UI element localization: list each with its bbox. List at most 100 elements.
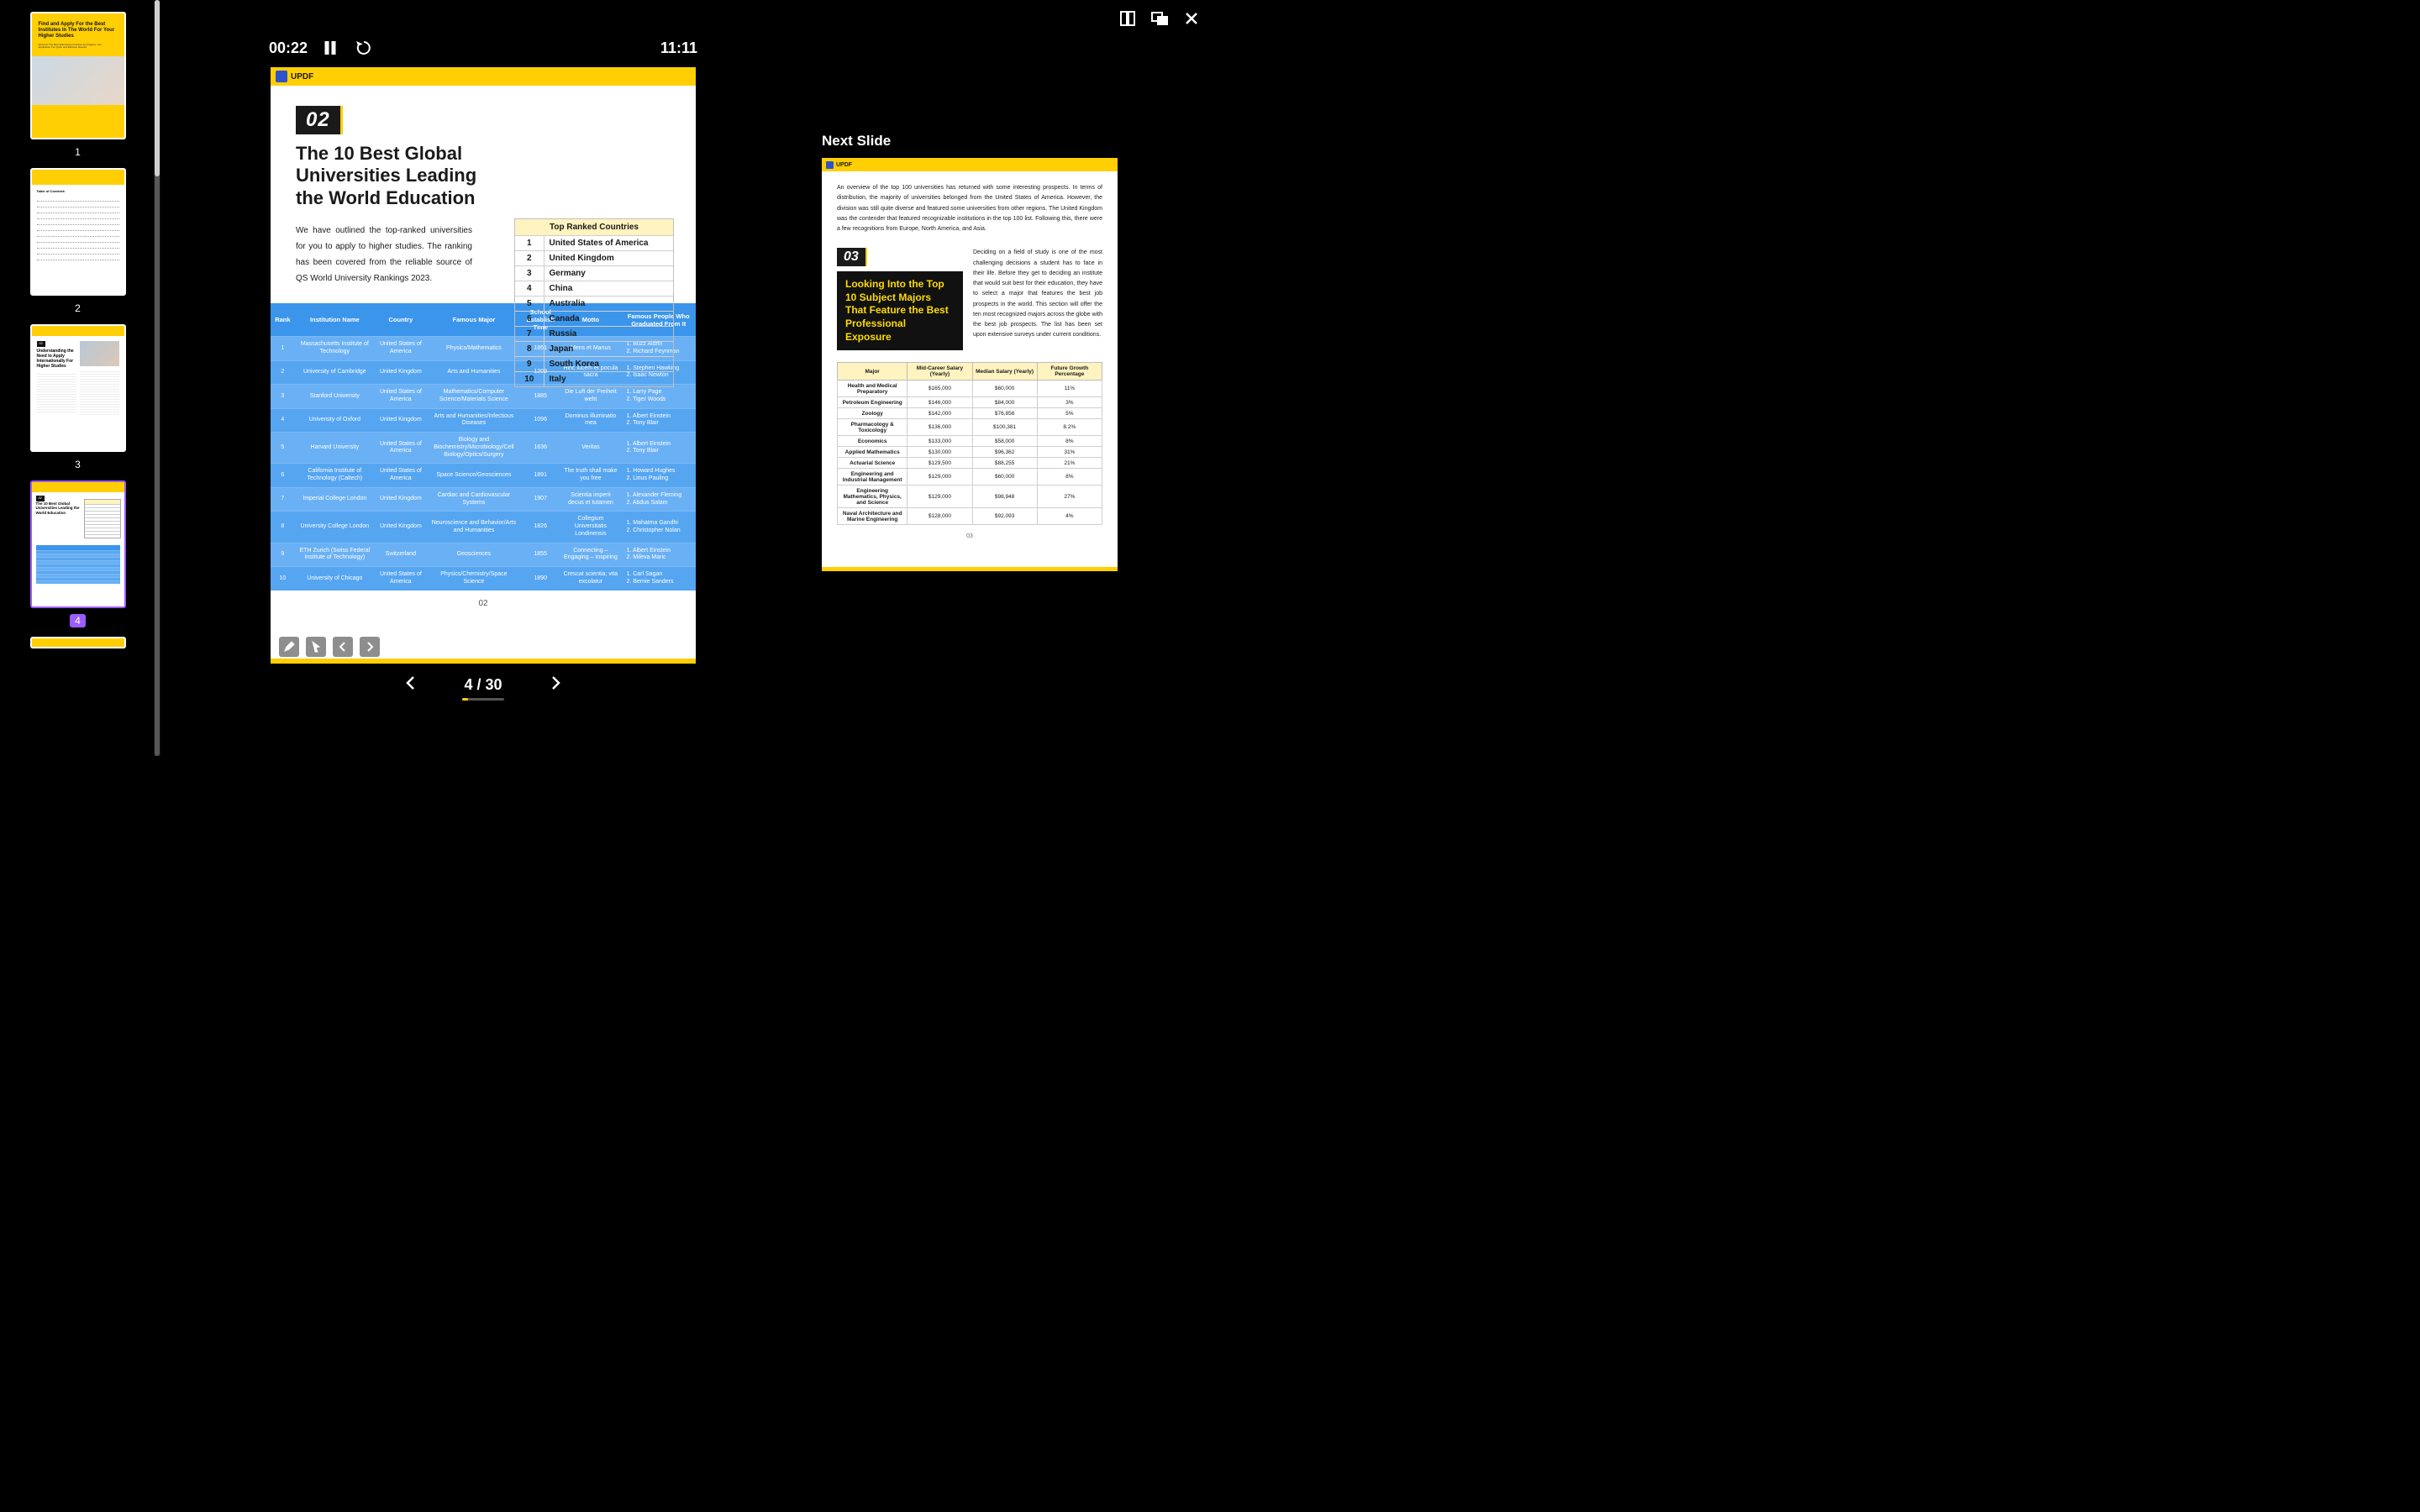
page-progress-bar[interactable]	[462, 698, 504, 701]
major-cell: 4%	[1037, 508, 1102, 525]
uni-cell: United States of America	[375, 433, 427, 464]
uni-cell: Dominus illuminatio mea	[560, 408, 621, 433]
playback-bar: 00:22 11:11	[269, 37, 697, 59]
thumbnail-4[interactable]: 02 The 10 Best Global Universities Leadi…	[0, 480, 155, 628]
major-row: Health and Medical Preparatory$165,000$6…	[838, 381, 1102, 397]
uni-cell: Crescat scientia; vita excolatur	[560, 567, 621, 591]
uni-cell: Biology and Biochemistry/Microbiology/Ce…	[427, 433, 521, 464]
close-icon[interactable]	[1183, 10, 1200, 27]
major-cell: Naval Architecture and Marine Engineerin…	[838, 508, 908, 525]
thumbnail-scrollbar[interactable]	[154, 0, 160, 756]
major-cell: $60,000	[972, 469, 1037, 486]
next-slide-preview: UPDF An overview of the top 100 universi…	[822, 158, 1118, 571]
thumbnail-rail[interactable]: Find and Apply For the Best Institutes I…	[0, 0, 155, 756]
country-row: 9South Korea	[515, 357, 673, 372]
uni-cell: 1. Carl Sagan2. Bernie Sanders	[621, 567, 696, 591]
country-rank: 9	[515, 357, 544, 372]
major-cell: 8.2%	[1037, 419, 1102, 436]
major-col-header: Median Salary (Yearly)	[972, 363, 1037, 381]
uni-cell: 1891	[521, 464, 560, 488]
pointer-tool-button[interactable]	[306, 637, 326, 657]
thumbnail-5-frame[interactable]	[30, 637, 126, 648]
picture-in-picture-icon[interactable]	[1151, 10, 1168, 27]
thumbnail-2-frame[interactable]: Table of Contents	[30, 168, 126, 296]
next-right-text: Deciding on a field of study is one of t…	[973, 248, 1102, 340]
major-cell: $133,000	[908, 436, 972, 447]
country-row: 1United States of America	[515, 236, 673, 251]
country-row: 4China	[515, 281, 673, 297]
uni-cell: Physics/Chemistry/Space Science	[427, 567, 521, 591]
uni-cell: 7	[271, 487, 295, 512]
slide-page-number: 02	[296, 591, 671, 612]
major-cell: $100,381	[972, 419, 1037, 436]
uni-cell: 1. Mahatma Gandhi2. Christopher Nolan	[621, 512, 696, 543]
next-page-number: 03	[837, 533, 1102, 539]
uni-cell: Geosciences	[427, 543, 521, 567]
uni-cell: University College London	[295, 512, 375, 543]
uni-row: 10University of ChicagoUnited States of …	[271, 567, 696, 591]
uni-cell: United States of America	[375, 337, 427, 361]
uni-cell: 1	[271, 337, 295, 361]
pause-button[interactable]	[319, 37, 341, 59]
uni-cell: ETH Zurich (Swiss Federal Institute of T…	[295, 543, 375, 567]
major-cell: 8%	[1037, 469, 1102, 486]
uni-cell: Physics/Mathematics	[427, 337, 521, 361]
thumbnail-3[interactable]: 01 Understanding the Need to Apply Inter…	[0, 324, 155, 472]
major-row: Naval Architecture and Marine Engineerin…	[838, 508, 1102, 525]
pen-tool-button[interactable]	[279, 637, 299, 657]
countries-header: Top Ranked Countries	[515, 219, 673, 235]
thumb3-num: 3	[75, 459, 81, 470]
country-row: 8Japan	[515, 342, 673, 357]
uni-row: 8University College LondonUnited Kingdom…	[271, 512, 696, 543]
main-slide: UPDF 02 The 10 Best Global Universities …	[271, 67, 696, 664]
total-time: 11:11	[660, 39, 697, 57]
uni-cell: The truth shall make you free	[560, 464, 621, 488]
next-brand-label: UPDF	[836, 162, 852, 168]
layout-icon[interactable]	[1119, 10, 1136, 27]
country-name: South Korea	[544, 357, 673, 372]
uni-col-header: Country	[375, 303, 427, 337]
country-rank: 8	[515, 342, 544, 357]
country-name: Japan	[544, 342, 673, 357]
thumbnail-5[interactable]	[0, 637, 155, 648]
next-slide-panel: Next Slide UPDF An overview of the top 1…	[822, 133, 1121, 571]
uni-cell: 1. Larry Page2. Tiger Woods	[621, 385, 696, 409]
next-slide-button[interactable]	[360, 637, 380, 657]
major-cell: 5%	[1037, 408, 1102, 419]
slide-controls	[279, 637, 380, 657]
major-cell: $92,093	[972, 508, 1037, 525]
major-cell: $98,948	[972, 486, 1037, 508]
uni-cell: United States of America	[375, 464, 427, 488]
prev-slide-button[interactable]	[333, 637, 353, 657]
uni-cell: 6	[271, 464, 295, 488]
uni-cell: 1826	[521, 512, 560, 543]
major-cell: $76,856	[972, 408, 1037, 419]
thumb1-num: 1	[75, 146, 81, 158]
thumbnail-1[interactable]: Find and Apply For the Best Institutes I…	[0, 12, 155, 160]
section-title: The 10 Best Global Universities Leading …	[296, 143, 489, 209]
pager-next-icon[interactable]	[550, 675, 561, 695]
major-row: Zoology$142,000$76,8565%	[838, 408, 1102, 419]
updf-logo-icon	[826, 161, 834, 169]
country-row: 10Italy	[515, 372, 673, 387]
next-brand-bar: UPDF	[822, 158, 1118, 171]
uni-cell: 1907	[521, 487, 560, 512]
country-name: Canada	[544, 312, 673, 327]
next-intro-text: An overview of the top 100 universities …	[837, 183, 1102, 234]
thumbnail-4-frame[interactable]: 02 The 10 Best Global Universities Leadi…	[30, 480, 126, 608]
restart-button[interactable]	[353, 37, 375, 59]
uni-cell: University of Cambridge	[295, 360, 375, 385]
uni-cell: Neuroscience and Behavior/Arts and Human…	[427, 512, 521, 543]
uni-cell: 1. Howard Hughes2. Linus Pauling	[621, 464, 696, 488]
pager-prev-icon[interactable]	[405, 675, 417, 695]
thumbnail-2[interactable]: Table of Contents 2	[0, 168, 155, 316]
uni-row: 4University of OxfordUnited KingdomArts …	[271, 408, 696, 433]
major-cell: 3%	[1037, 397, 1102, 408]
major-col-header: Mid-Career Salary (Yearly)	[908, 363, 972, 381]
country-rank: 7	[515, 327, 544, 342]
major-cell: 21%	[1037, 458, 1102, 469]
thumbnail-1-frame[interactable]: Find and Apply For the Best Institutes I…	[30, 12, 126, 139]
thumbnail-3-frame[interactable]: 01 Understanding the Need to Apply Inter…	[30, 324, 126, 452]
major-cell: 31%	[1037, 447, 1102, 458]
uni-cell: Space Science/Geosciences	[427, 464, 521, 488]
